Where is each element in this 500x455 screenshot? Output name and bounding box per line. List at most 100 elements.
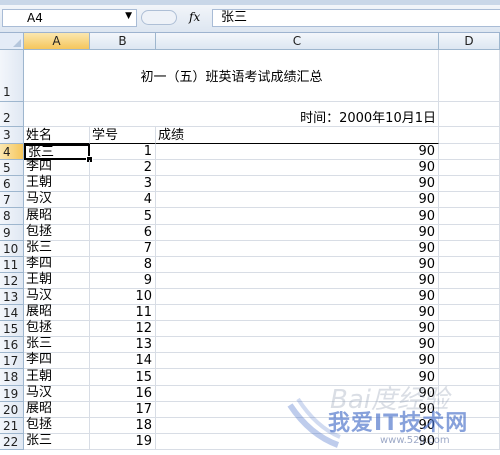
cell-empty[interactable] [439, 160, 500, 176]
column-header-a[interactable]: A [24, 33, 90, 50]
cell-name[interactable]: 张三 [24, 337, 90, 353]
insert-function-icon[interactable]: fx [189, 10, 200, 24]
row-header[interactable]: 13 [0, 289, 24, 305]
header-name[interactable]: 姓名 [24, 127, 90, 144]
cell-empty[interactable] [439, 305, 500, 321]
cell-id[interactable]: 14 [90, 353, 156, 369]
cell-id[interactable]: 13 [90, 337, 156, 353]
cell-id[interactable]: 11 [90, 305, 156, 321]
cell-id[interactable]: 17 [90, 402, 156, 418]
cell-score[interactable]: 90 [156, 305, 439, 321]
active-cell-name[interactable]: 张三 [24, 144, 90, 160]
cell-score[interactable]: 90 [156, 208, 439, 225]
row-header[interactable]: 20 [0, 402, 24, 418]
row-header[interactable]: 4 [0, 144, 24, 160]
cell-id[interactable]: 12 [90, 321, 156, 337]
row-header[interactable]: 11 [0, 257, 24, 273]
cell-empty[interactable] [439, 402, 500, 418]
cell-id[interactable]: 2 [90, 160, 156, 176]
cell-name[interactable]: 王朝 [24, 369, 90, 386]
spreadsheet-grid[interactable]: A B C D 1 2 3 初一（五）班英语考试成绩汇总 时间：2000年10月… [0, 33, 500, 455]
cell-id[interactable]: 5 [90, 208, 156, 225]
column-header-c[interactable]: C [156, 33, 439, 50]
cell-empty[interactable] [439, 369, 500, 386]
select-all-button[interactable] [0, 33, 24, 50]
cell-empty[interactable] [439, 289, 500, 305]
row-header[interactable]: 7 [0, 192, 24, 208]
cell-name[interactable]: 马汉 [24, 192, 90, 208]
row-header[interactable]: 17 [0, 353, 24, 369]
cell-empty[interactable] [439, 273, 500, 289]
cell-empty[interactable] [439, 434, 500, 450]
cell-id[interactable]: 15 [90, 369, 156, 386]
row-header[interactable]: 21 [0, 418, 24, 434]
row-header-3[interactable]: 3 [0, 127, 24, 144]
cell-score[interactable]: 90 [156, 273, 439, 289]
cell-d1[interactable] [439, 50, 500, 102]
cell-score[interactable]: 90 [156, 289, 439, 305]
cell-id[interactable]: 8 [90, 257, 156, 273]
cell-score[interactable]: 90 [156, 321, 439, 337]
cell-score[interactable]: 90 [156, 353, 439, 369]
cell-score[interactable]: 90 [156, 176, 439, 192]
cell-empty[interactable] [439, 418, 500, 434]
name-box[interactable]: A4 ▼ [2, 9, 137, 27]
cell-name[interactable]: 李四 [24, 257, 90, 273]
row-header[interactable]: 5 [0, 160, 24, 176]
cell-name[interactable]: 张三 [24, 241, 90, 257]
cell-id[interactable]: 10 [90, 289, 156, 305]
cell-name[interactable]: 马汉 [24, 386, 90, 402]
cell-name[interactable]: 展昭 [24, 208, 90, 225]
cell-d3[interactable] [439, 127, 500, 144]
cell-name[interactable]: 李四 [24, 353, 90, 369]
row-header[interactable]: 22 [0, 434, 24, 450]
cell-score[interactable]: 90 [156, 192, 439, 208]
row-header[interactable]: 10 [0, 241, 24, 257]
cell-score[interactable]: 90 [156, 418, 439, 434]
row-header[interactable]: 19 [0, 386, 24, 402]
row-header[interactable]: 6 [0, 176, 24, 192]
header-id[interactable]: 学号 [90, 127, 156, 144]
cell-id[interactable]: 4 [90, 192, 156, 208]
cell-score[interactable]: 90 [156, 434, 439, 450]
row-header[interactable]: 8 [0, 208, 24, 225]
cell-score[interactable]: 90 [156, 225, 439, 241]
row-header-2[interactable]: 2 [0, 102, 24, 127]
cell-empty[interactable] [439, 241, 500, 257]
cell-score[interactable]: 90 [156, 369, 439, 386]
formula-input[interactable]: 张三 [212, 9, 500, 27]
row-header[interactable]: 12 [0, 273, 24, 289]
cell-id[interactable]: 6 [90, 225, 156, 241]
cell-score[interactable]: 90 [156, 160, 439, 176]
cell-score[interactable]: 90 [156, 257, 439, 273]
cell-score[interactable]: 90 [156, 144, 439, 160]
cell-name[interactable]: 包拯 [24, 418, 90, 434]
row-header-1[interactable]: 1 [0, 50, 24, 102]
row-header[interactable]: 9 [0, 225, 24, 241]
cell-empty[interactable] [439, 144, 500, 160]
cell-name[interactable]: 王朝 [24, 176, 90, 192]
cell-name[interactable]: 张三 [24, 434, 90, 450]
cell-empty[interactable] [439, 225, 500, 241]
cell-id[interactable]: 1 [90, 144, 156, 160]
column-header-d[interactable]: D [439, 33, 500, 50]
cell-id[interactable]: 16 [90, 386, 156, 402]
cell-empty[interactable] [439, 386, 500, 402]
cell-name[interactable]: 包拯 [24, 321, 90, 337]
header-score[interactable]: 成绩 [156, 127, 439, 144]
cell-name[interactable]: 展昭 [24, 305, 90, 321]
cell-score[interactable]: 90 [156, 241, 439, 257]
cell-id[interactable]: 19 [90, 434, 156, 450]
cell-score[interactable]: 90 [156, 386, 439, 402]
cell-id[interactable]: 3 [90, 176, 156, 192]
cell-name[interactable]: 李四 [24, 160, 90, 176]
cell-empty[interactable] [439, 192, 500, 208]
cell-empty[interactable] [439, 337, 500, 353]
row-header[interactable]: 14 [0, 305, 24, 321]
cell-name[interactable]: 展昭 [24, 402, 90, 418]
formula-toggle-icon[interactable] [141, 10, 177, 25]
cell-empty[interactable] [439, 353, 500, 369]
cell-id[interactable]: 18 [90, 418, 156, 434]
cell-score[interactable]: 90 [156, 402, 439, 418]
cell-score[interactable]: 90 [156, 337, 439, 353]
